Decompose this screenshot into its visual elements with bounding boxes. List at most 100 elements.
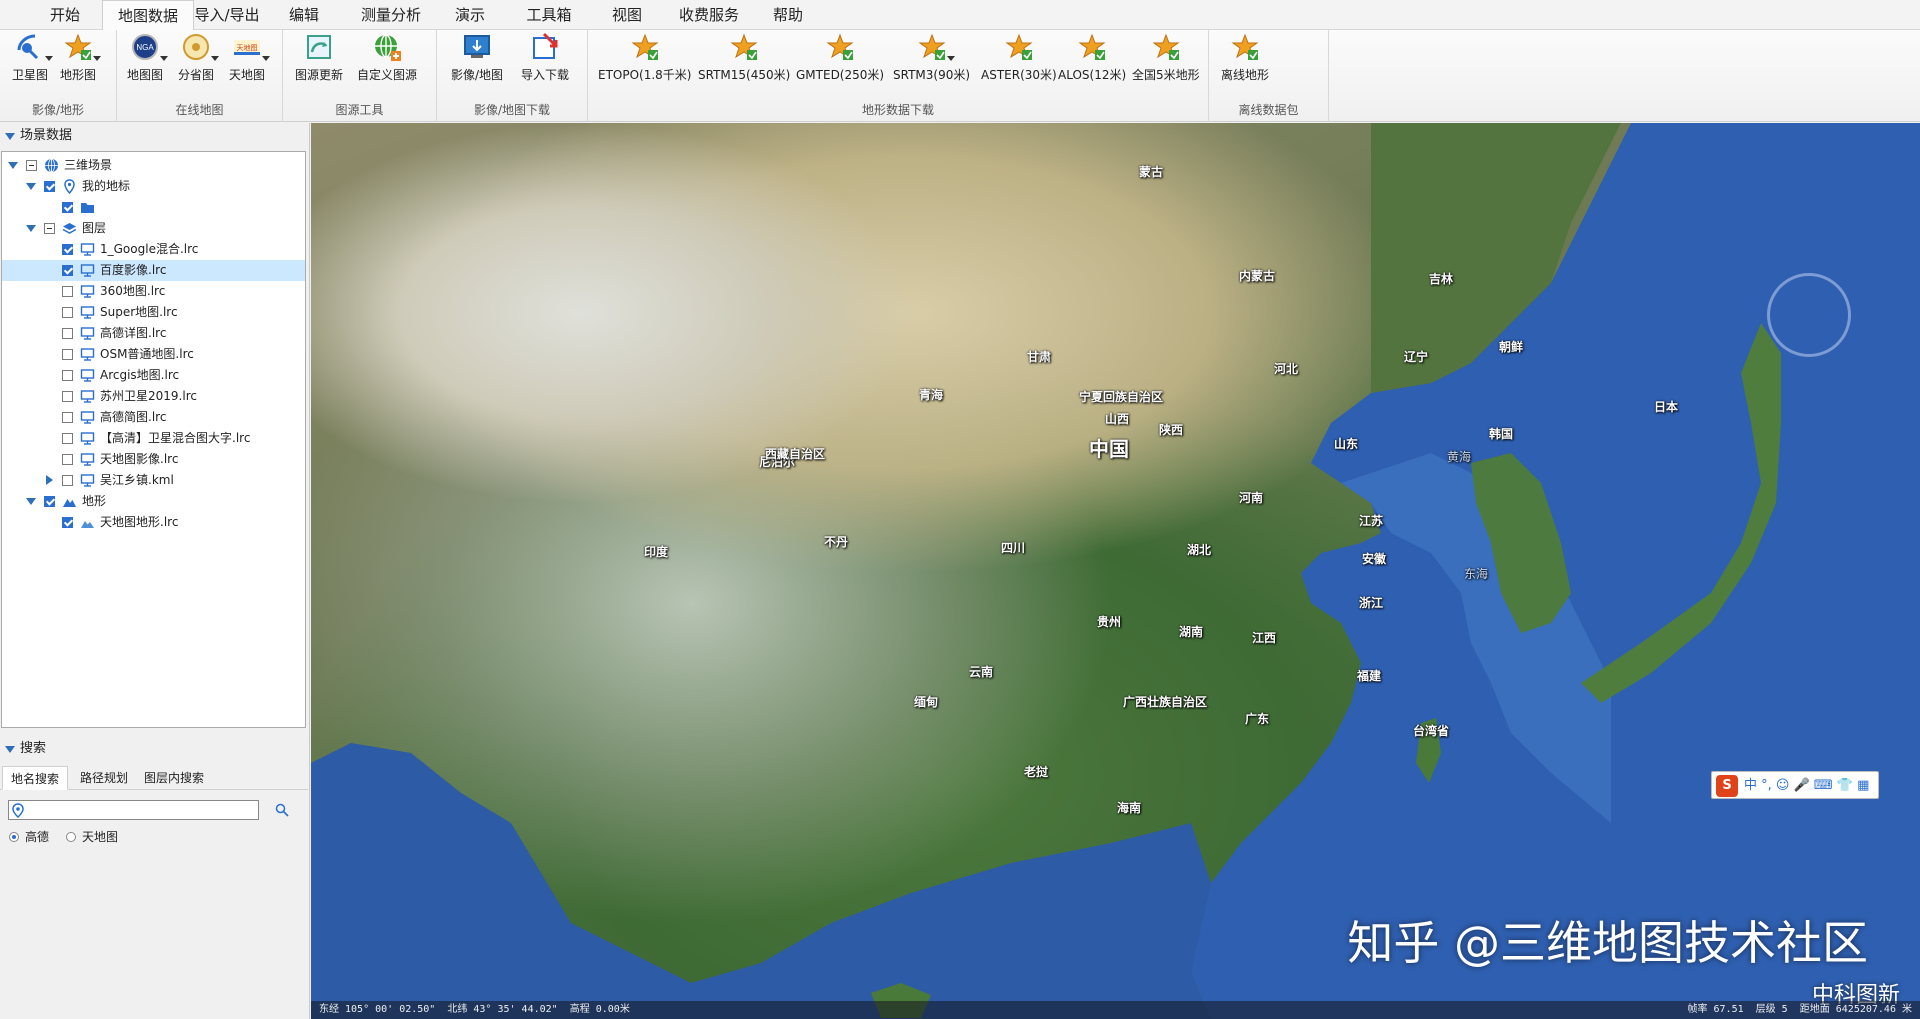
tree-node[interactable]: 百度影像.lrc [2, 260, 305, 281]
menu-tab-5[interactable]: 演示 [448, 0, 492, 30]
navigation-compass[interactable] [1767, 273, 1851, 357]
expanded-arrow-icon[interactable] [26, 225, 36, 232]
layer-checkbox[interactable] [62, 286, 73, 297]
menu-tab-2[interactable]: 导入/导出 [188, 0, 266, 30]
map-place-label: 宁夏回族自治区 [1079, 390, 1164, 404]
tree-node[interactable]: 我的地标 [2, 176, 305, 197]
layer-checkbox[interactable] [62, 349, 73, 360]
search-tab-0[interactable]: 地名搜索 [2, 766, 69, 790]
tree-node[interactable]: 高德详图.lrc [2, 323, 305, 344]
tree-node[interactable]: 360地图.lrc [2, 281, 305, 302]
expanded-arrow-icon[interactable] [26, 183, 36, 190]
layer-checkbox[interactable] [44, 496, 55, 507]
menu-tab-3[interactable]: 编辑 [282, 0, 326, 30]
tree-node[interactable]: 高德简图.lrc [2, 407, 305, 428]
menu-tab-7[interactable]: 视图 [605, 0, 649, 30]
search-tab-2[interactable]: 图层内搜索 [136, 766, 212, 790]
ribbon-button-1-0[interactable]: NGA 地图图 [127, 32, 168, 92]
map-place-label: 吉林 [1429, 272, 1454, 286]
menu-tab-8[interactable]: 收费服务 [670, 0, 748, 30]
ribbon-button-4-4[interactable]: ASTER(30米) [981, 32, 1057, 92]
layer-checkbox[interactable] [62, 412, 73, 423]
tree-node[interactable]: 地形 [2, 491, 305, 512]
tree-node[interactable]: 天地图地形.lrc [2, 512, 305, 533]
menu-tab-1[interactable]: 地图数据 [102, 0, 194, 31]
tree-node[interactable]: 苏州卫星2019.lrc [2, 386, 305, 407]
search-source-radio[interactable]: 天地图 [66, 829, 118, 845]
ime-toolbar[interactable]: S 中 °, ☺ 🎤 ⌨ 👕 ▦ [1711, 771, 1879, 799]
ribbon-button-label: 地形图 [60, 68, 97, 82]
layer-checkbox[interactable] [62, 244, 73, 255]
ribbon-button-0-0[interactable]: 卫星图 [12, 32, 53, 92]
menu-tab-6[interactable]: 工具箱 [519, 0, 579, 30]
ribbon-button-1-2[interactable]: 天地图 天地图 [229, 32, 270, 92]
tree-node[interactable]: Arcgis地图.lrc [2, 365, 305, 386]
tree-node[interactable]: OSM普通地图.lrc [2, 344, 305, 365]
ribbon-button-0-1[interactable]: 地形图 [60, 32, 101, 92]
expanded-arrow-icon[interactable] [8, 162, 18, 169]
layer-checkbox[interactable] [62, 454, 73, 465]
star-icon [63, 32, 101, 62]
ribbon-button-4-0[interactable]: ETOPO(1.8千米) [598, 32, 692, 92]
map-place-label: 广西壮族自治区 [1123, 695, 1208, 709]
tree-node-label: 高德详图.lrc [100, 326, 167, 340]
monitor-icon [80, 368, 95, 383]
layer-checkbox[interactable] [62, 370, 73, 381]
ribbon-button-2-1[interactable]: 自定义图源 [357, 32, 417, 92]
ribbon-button-3-0[interactable]: 影像/地图 [451, 32, 503, 92]
menu-tab-0[interactable]: 开始 [42, 0, 88, 30]
place-search-input[interactable] [27, 802, 255, 818]
map-place-label: 韩国 [1489, 427, 1514, 441]
radio-label: 高德 [25, 830, 50, 844]
ribbon-button-4-3[interactable]: SRTM3(90米) [893, 32, 970, 92]
ribbon-button-4-6[interactable]: 全国5米地形 [1132, 32, 1200, 92]
layer-checkbox[interactable] [62, 475, 73, 486]
map-place-label: 缅甸 [914, 695, 939, 709]
tree-node-label: 我的地标 [82, 179, 131, 193]
search-source-radio[interactable]: 高德 [9, 829, 49, 845]
monitor-icon [80, 326, 95, 341]
3d-map-view[interactable]: 蒙古 中国 印度 不丹 尼泊尔 缅甸 老挝 海南 台湾省 韩国 朝鲜 日本 黄海 东海 山东 河南 陕西 山西 四川… [311, 123, 1920, 1019]
layer-checkbox[interactable] [26, 160, 37, 171]
layer-checkbox[interactable] [44, 181, 55, 192]
layer-checkbox[interactable] [62, 265, 73, 276]
ribbon-button-4-1[interactable]: SRTM15(450米) [698, 32, 790, 92]
tree-node[interactable]: 天地图影像.lrc [2, 449, 305, 470]
layer-checkbox[interactable] [62, 202, 73, 213]
layer-checkbox[interactable] [62, 433, 73, 444]
map-place-label: 广东 [1245, 712, 1270, 726]
tree-node[interactable]: 【高清】卫星混合图大字.lrc [2, 428, 305, 449]
menu-tab-9[interactable]: 帮助 [766, 0, 810, 30]
ribbon-button-1-1[interactable]: 分省图 [178, 32, 219, 92]
layer-checkbox[interactable] [62, 328, 73, 339]
ribbon-button-4-2[interactable]: GMTED(250米) [796, 32, 884, 92]
collapsed-arrow-icon[interactable] [46, 475, 53, 485]
search-box[interactable] [8, 800, 259, 820]
tree-node[interactable]: 吴江乡镇.kml [2, 470, 305, 491]
ribbon-button-2-0[interactable]: 图源更新 [295, 32, 343, 92]
expanded-arrow-icon[interactable] [26, 498, 36, 505]
scene-tree[interactable]: 三维场景我的地标图层 1_Google混合.lrc 百度影像.lrc 360地图.lr… [1, 151, 306, 728]
search-tab-1[interactable]: 路径规划 [72, 766, 136, 790]
tree-node[interactable]: 三维场景 [2, 155, 305, 176]
layer-checkbox[interactable] [44, 223, 55, 234]
monitor-icon [80, 284, 95, 299]
search-icon[interactable] [275, 803, 289, 817]
layer-checkbox[interactable] [62, 307, 73, 318]
ribbon-button-5-0[interactable]: 离线地形 [1221, 32, 1269, 92]
ribbon-button-4-5[interactable]: ALOS(12米) [1058, 32, 1126, 92]
tree-node[interactable] [2, 197, 305, 218]
ribbon-group-1: NGA 地图图 分省图 天地图 天地图 在线地图 [117, 30, 283, 122]
scene-data-header[interactable]: 场景数据 [0, 125, 308, 147]
tree-node[interactable]: Super地图.lrc [2, 302, 305, 323]
menu-tab-4[interactable]: 测量分析 [352, 0, 430, 30]
tree-node[interactable]: 图层 [2, 218, 305, 239]
search-header[interactable]: 搜索 [0, 738, 308, 760]
layer-checkbox[interactable] [62, 391, 73, 402]
layer-checkbox[interactable] [62, 517, 73, 528]
ribbon-button-3-1[interactable]: 导入下载 [521, 32, 569, 92]
ribbon-button-label: 图源更新 [295, 68, 344, 82]
map-place-label: 印度 [644, 545, 669, 559]
dropdown-caret-icon [262, 56, 270, 61]
tree-node[interactable]: 1_Google混合.lrc [2, 239, 305, 260]
